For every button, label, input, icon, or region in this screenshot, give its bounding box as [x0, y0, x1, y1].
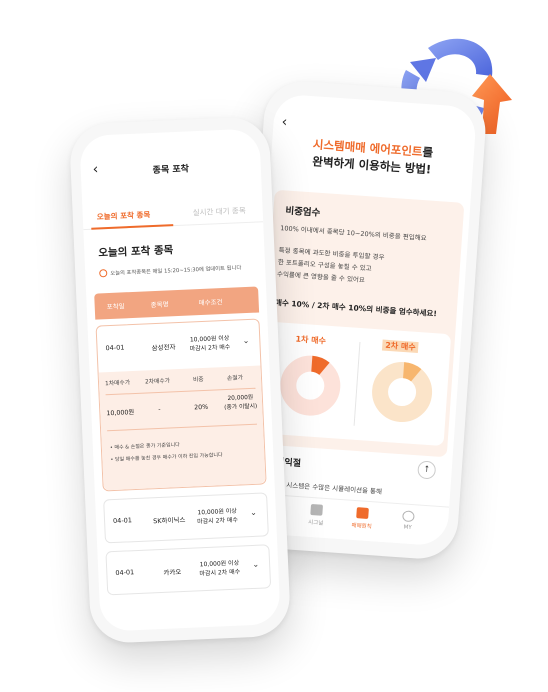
page-header: 종목 포착: [152, 164, 190, 176]
column-header: 종목명: [150, 300, 169, 310]
detail-header: 비중: [192, 376, 204, 384]
page-title: 시스템매매 에어포인트를 완벽하게 이용하는 방법!: [270, 133, 474, 181]
document-icon: [356, 507, 369, 519]
buy2-label: 2차 매수: [381, 339, 420, 354]
row-condition: 10,000원 이상 마감시 2차 매수: [189, 334, 231, 353]
buy-ratio-panel: 1차 매수 2차 매수 10% 10%: [261, 321, 452, 447]
column-header: 매수조건: [198, 298, 223, 308]
row-stock-name: 카카오: [163, 568, 182, 577]
tab-underline: [91, 224, 174, 230]
tab-today[interactable]: 오늘의 포착 종목: [97, 209, 151, 222]
row-date: 04-01: [112, 516, 133, 526]
nav-principles[interactable]: 매매원칙: [341, 506, 382, 531]
clock-icon: [99, 269, 108, 278]
detail-header: 1차매수가: [104, 380, 131, 388]
row-stock-name: SK하이닉스: [152, 515, 186, 526]
row-condition: 10,000원 이상 마감시 2차 매수: [197, 507, 239, 526]
row-detail-panel: 1차매수가 2차매수가 비중 손절가 10,000원 - 20% 20,000원…: [98, 365, 266, 491]
nav-my[interactable]: MY: [387, 509, 428, 532]
phone-mockup-front: ‹ 종목 포착 오늘의 포착 종목 실시간 대기 종목 오늘의 포착 종목 오늘…: [68, 115, 292, 645]
chevron-down-icon[interactable]: ⌄: [242, 336, 249, 345]
buy1-label: 1차 매수: [292, 333, 330, 347]
donut-chart-buy1: 10%: [280, 355, 341, 416]
tab-waiting[interactable]: 실시간 대기 종목: [192, 205, 246, 218]
detail-note: • 매수 & 손절은 종가 기준입니다: [109, 442, 180, 452]
column-header: 포착일: [106, 302, 125, 312]
signal-icon: [310, 503, 324, 516]
back-icon[interactable]: ‹: [281, 114, 288, 130]
divider: [353, 341, 361, 426]
section-heading-weight: 비중엄수: [285, 205, 321, 219]
title-suffix: 를: [421, 144, 434, 160]
detail-note: • 당일 매수를 놓친 경우 매수가 이하 진입 가능합니다: [110, 452, 223, 464]
table-header: 포착일 종목명 매수조건: [94, 286, 260, 320]
row-date: 04-01: [105, 343, 125, 353]
chevron-down-icon[interactable]: ⌄: [252, 560, 259, 569]
table-row[interactable]: 04-01 삼성전자 10,000원 이상 마감시 2차 매수 ⌄ 1차매수가 2…: [95, 318, 267, 492]
user-icon: [402, 510, 415, 523]
table-row[interactable]: 04-01 카카오 10,000원 이상 마감시 2차 매수 ⌄: [105, 544, 272, 596]
divider: [107, 423, 258, 432]
update-notice: 오늘의 포착종목은 매일 15:20~15:30에 업데이트 됩니다: [99, 263, 241, 278]
section-title: 오늘의 포착 종목: [98, 244, 174, 260]
detail-header: 2차매수가: [144, 378, 171, 386]
row-stock-name: 삼성전자: [151, 343, 176, 353]
detail-header: 손절가: [226, 375, 244, 382]
detail-buy1-price: 10,000원: [106, 409, 135, 418]
donut-pct-buy1: 10%: [304, 383, 316, 390]
tab-bar: 오늘의 포착 종목 실시간 대기 종목: [82, 200, 264, 231]
donut-chart-buy2: 10%: [372, 362, 433, 423]
row-date: 04-01: [115, 568, 135, 577]
arrow-up-icon[interactable]: ⭡: [417, 460, 437, 480]
stock-capture-screen: ‹ 종목 포착 오늘의 포착 종목 실시간 대기 종목 오늘의 포착 종목 오늘…: [79, 128, 281, 632]
chevron-down-icon[interactable]: ⌄: [250, 508, 257, 517]
detail-stop-price: 20,000원 (종가 이탈시): [224, 394, 258, 412]
donut-pct-buy2: 10%: [396, 390, 408, 397]
table-row[interactable]: 04-01 SK하이닉스 10,000원 이상 마감시 2차 매수 ⌄: [103, 492, 269, 544]
detail-weight: 20%: [194, 403, 209, 412]
nav-signal[interactable]: 시그널: [296, 503, 337, 528]
row-condition: 10,000원 이상 마감시 2차 매수: [199, 559, 241, 578]
detail-buy2-price: -: [158, 405, 161, 413]
